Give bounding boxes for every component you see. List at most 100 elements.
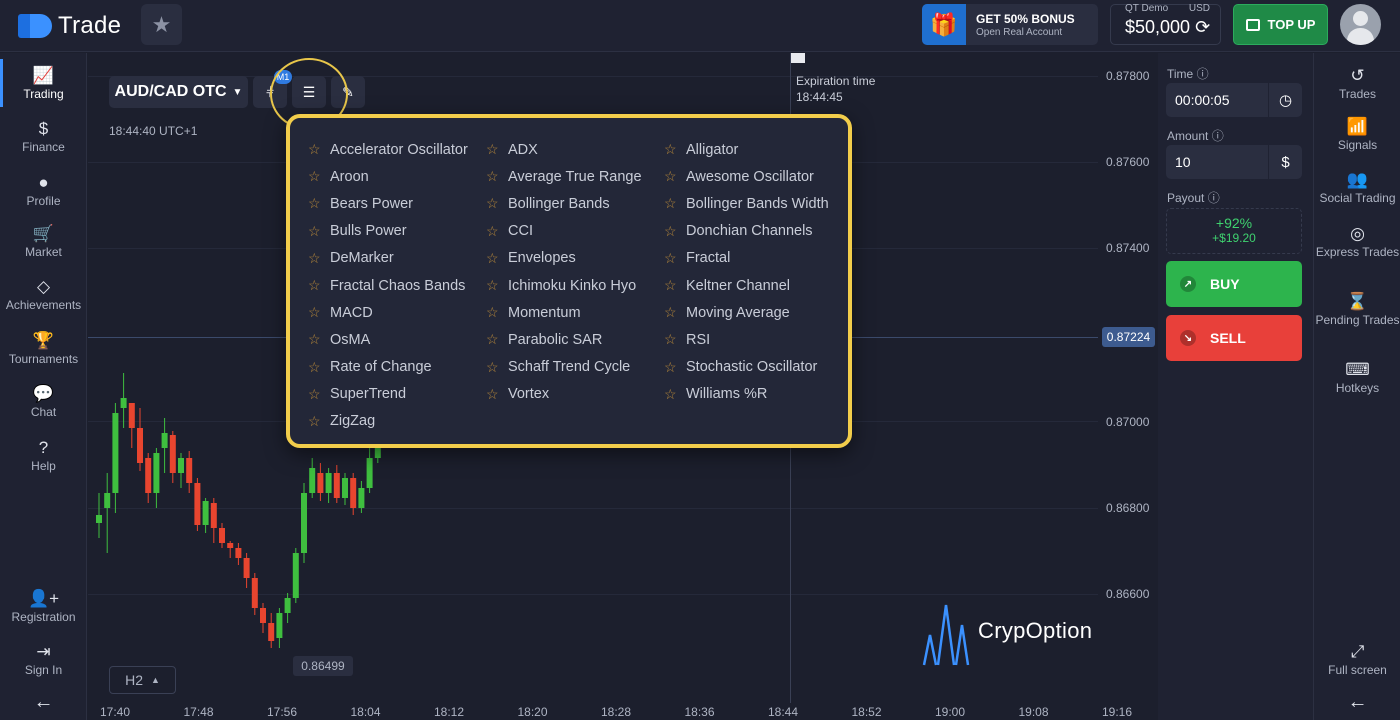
indicator-item[interactable]: ☆ Bears Power bbox=[308, 190, 468, 217]
asset-selector[interactable]: AUD/CAD OTC ▼ bbox=[109, 76, 248, 108]
indicator-item[interactable]: ☆ Williams %R bbox=[664, 381, 829, 408]
info-icon[interactable]: ⓘ bbox=[1212, 129, 1224, 143]
indicator-item[interactable]: ☆ SuperTrend bbox=[308, 381, 468, 408]
sidebar-item-profile[interactable]: ● Profile bbox=[0, 172, 87, 208]
star-outline-icon[interactable]: ☆ bbox=[308, 331, 330, 348]
indicator-item[interactable]: ☆ CCI bbox=[486, 218, 642, 245]
collapse-arrow-icon[interactable]: ← bbox=[0, 691, 87, 714]
indicator-item[interactable]: ☆ Moving Average bbox=[664, 299, 829, 326]
star-outline-icon[interactable]: ☆ bbox=[664, 304, 686, 321]
clock-icon[interactable]: ◷ bbox=[1268, 83, 1302, 117]
payout-amount: +$19.20 bbox=[1212, 231, 1256, 245]
star-outline-icon[interactable]: ☆ bbox=[486, 168, 508, 185]
star-outline-icon[interactable]: ☆ bbox=[486, 277, 508, 294]
star-outline-icon[interactable]: ☆ bbox=[664, 168, 686, 185]
sidebar-item-help[interactable]: ? Help bbox=[0, 437, 87, 473]
amount-input[interactable]: 10 $ bbox=[1166, 145, 1302, 179]
star-outline-icon[interactable]: ☆ bbox=[664, 141, 686, 158]
indicator-item[interactable]: ☆ Schaff Trend Cycle bbox=[486, 354, 642, 381]
star-outline-icon[interactable]: ☆ bbox=[486, 359, 508, 376]
top-up-button[interactable]: TOP UP bbox=[1233, 4, 1328, 45]
indicator-item[interactable]: ☆ Rate of Change bbox=[308, 354, 468, 381]
star-outline-icon[interactable]: ☆ bbox=[486, 250, 508, 267]
indicator-item[interactable]: ☆ Envelopes bbox=[486, 245, 642, 272]
indicator-item[interactable]: ☆ Awesome Oscillator bbox=[664, 163, 829, 190]
star-outline-icon[interactable]: ☆ bbox=[308, 168, 330, 185]
star-outline-icon[interactable]: ☆ bbox=[486, 386, 508, 403]
indicator-item[interactable]: ☆ MACD bbox=[308, 299, 468, 326]
star-outline-icon[interactable]: ☆ bbox=[664, 223, 686, 240]
sidebar-item-trading[interactable]: 📈 Trading bbox=[0, 59, 87, 107]
indicator-item[interactable]: ☆ OsMA bbox=[308, 326, 468, 353]
star-outline-icon[interactable]: ☆ bbox=[308, 304, 330, 321]
sidebar-item-achievements[interactable]: ◇ Achievements bbox=[0, 276, 87, 312]
indicator-item[interactable]: ☆ RSI bbox=[664, 326, 829, 353]
star-outline-icon[interactable]: ☆ bbox=[486, 304, 508, 321]
star-outline-icon[interactable]: ☆ bbox=[308, 359, 330, 376]
sidebar-item-market[interactable]: 🛒 Market bbox=[0, 223, 87, 259]
sidebar-item-hotkeys[interactable]: ⌨ Hotkeys bbox=[1314, 359, 1400, 395]
indicator-item[interactable]: ☆ Average True Range bbox=[486, 163, 642, 190]
sidebar-item-chat[interactable]: 💬 Chat bbox=[0, 383, 87, 419]
bonus-banner[interactable]: 🎁 GET 50% BONUS Open Real Account bbox=[922, 4, 1098, 45]
sidebar-item-express-trades[interactable]: ◎ Express Trades bbox=[1314, 223, 1400, 259]
refresh-icon[interactable]: ⟳ bbox=[1195, 17, 1210, 37]
sidebar-item-finance[interactable]: $ Finance bbox=[0, 118, 87, 154]
star-outline-icon[interactable]: ☆ bbox=[308, 223, 330, 240]
sidebar-item-pending-trades[interactable]: ⌛ Pending Trades bbox=[1314, 291, 1400, 327]
sidebar-item-tournaments[interactable]: 🏆 Tournaments bbox=[0, 330, 87, 366]
indicator-item[interactable]: ☆ Stochastic Oscillator bbox=[664, 354, 829, 381]
star-outline-icon[interactable]: ☆ bbox=[308, 386, 330, 403]
buy-button[interactable]: ↗ BUY bbox=[1166, 261, 1302, 307]
star-outline-icon[interactable]: ☆ bbox=[308, 195, 330, 212]
star-outline-icon[interactable]: ☆ bbox=[308, 413, 330, 430]
sidebar-item-sign-in[interactable]: ⇥ Sign In bbox=[0, 641, 87, 677]
indicator-item[interactable]: ☆ Bollinger Bands bbox=[486, 190, 642, 217]
indicator-item[interactable]: ☆ Fractal Chaos Bands bbox=[308, 272, 468, 299]
sidebar-item-trades[interactable]: ↺ Trades bbox=[1314, 65, 1400, 101]
collapse-arrow-icon[interactable]: ← bbox=[1314, 691, 1400, 714]
timeframe-selector[interactable]: H2 ▲ bbox=[109, 666, 176, 694]
star-outline-icon[interactable]: ☆ bbox=[486, 223, 508, 240]
star-outline-icon[interactable]: ☆ bbox=[664, 250, 686, 267]
star-outline-icon[interactable]: ☆ bbox=[664, 359, 686, 376]
star-outline-icon[interactable]: ☆ bbox=[308, 277, 330, 294]
sidebar-item-social-trading[interactable]: 👥 Social Trading bbox=[1314, 169, 1400, 205]
star-outline-icon[interactable]: ☆ bbox=[486, 141, 508, 158]
dollar-circle-icon[interactable]: $ bbox=[1268, 145, 1302, 179]
star-outline-icon[interactable]: ☆ bbox=[664, 195, 686, 212]
indicator-item[interactable]: ☆ Ichimoku Kinko Hyo bbox=[486, 272, 642, 299]
info-icon[interactable]: ⓘ bbox=[1197, 67, 1209, 81]
indicator-item[interactable]: ☆ Alligator bbox=[664, 136, 829, 163]
favorites-button[interactable]: ★ bbox=[141, 4, 182, 45]
star-outline-icon[interactable]: ☆ bbox=[664, 386, 686, 403]
indicator-item[interactable]: ☆ Momentum bbox=[486, 299, 642, 326]
indicator-item[interactable]: ☆ Fractal bbox=[664, 245, 829, 272]
indicator-item[interactable]: ☆ ZigZag bbox=[308, 408, 468, 435]
indicator-item[interactable]: ☆ Donchian Channels bbox=[664, 218, 829, 245]
star-outline-icon[interactable]: ☆ bbox=[308, 141, 330, 158]
account-selector[interactable]: QT Demo USD $50,000 ⟳ bbox=[1110, 3, 1221, 45]
info-icon[interactable]: ⓘ bbox=[1208, 191, 1220, 205]
star-outline-icon[interactable]: ☆ bbox=[486, 331, 508, 348]
logo[interactable]: Trade bbox=[18, 10, 121, 42]
time-input[interactable]: 00:00:05 ◷ bbox=[1166, 83, 1302, 117]
star-outline-icon[interactable]: ☆ bbox=[308, 250, 330, 267]
indicator-item[interactable]: ☆ Keltner Channel bbox=[664, 272, 829, 299]
sidebar-item-fullscreen[interactable]: ⤢ Full screen bbox=[1314, 641, 1400, 677]
indicator-item[interactable]: ☆ Bollinger Bands Width bbox=[664, 190, 829, 217]
sidebar-item-registration[interactable]: 👤+ Registration bbox=[0, 588, 87, 624]
sell-button[interactable]: ↘ SELL bbox=[1166, 315, 1302, 361]
indicator-item[interactable]: ☆ Bulls Power bbox=[308, 218, 468, 245]
star-outline-icon[interactable]: ☆ bbox=[664, 277, 686, 294]
star-outline-icon[interactable]: ☆ bbox=[664, 331, 686, 348]
avatar[interactable] bbox=[1340, 4, 1381, 45]
indicator-item[interactable]: ☆ ADX bbox=[486, 136, 642, 163]
indicator-item[interactable]: ☆ Aroon bbox=[308, 163, 468, 190]
indicator-item[interactable]: ☆ Vortex bbox=[486, 381, 642, 408]
indicator-item[interactable]: ☆ DeMarker bbox=[308, 245, 468, 272]
indicator-item[interactable]: ☆ Accelerator Oscillator bbox=[308, 136, 468, 163]
indicator-item[interactable]: ☆ Parabolic SAR bbox=[486, 326, 642, 353]
sidebar-item-signals[interactable]: 📶 Signals bbox=[1314, 116, 1400, 152]
star-outline-icon[interactable]: ☆ bbox=[486, 195, 508, 212]
